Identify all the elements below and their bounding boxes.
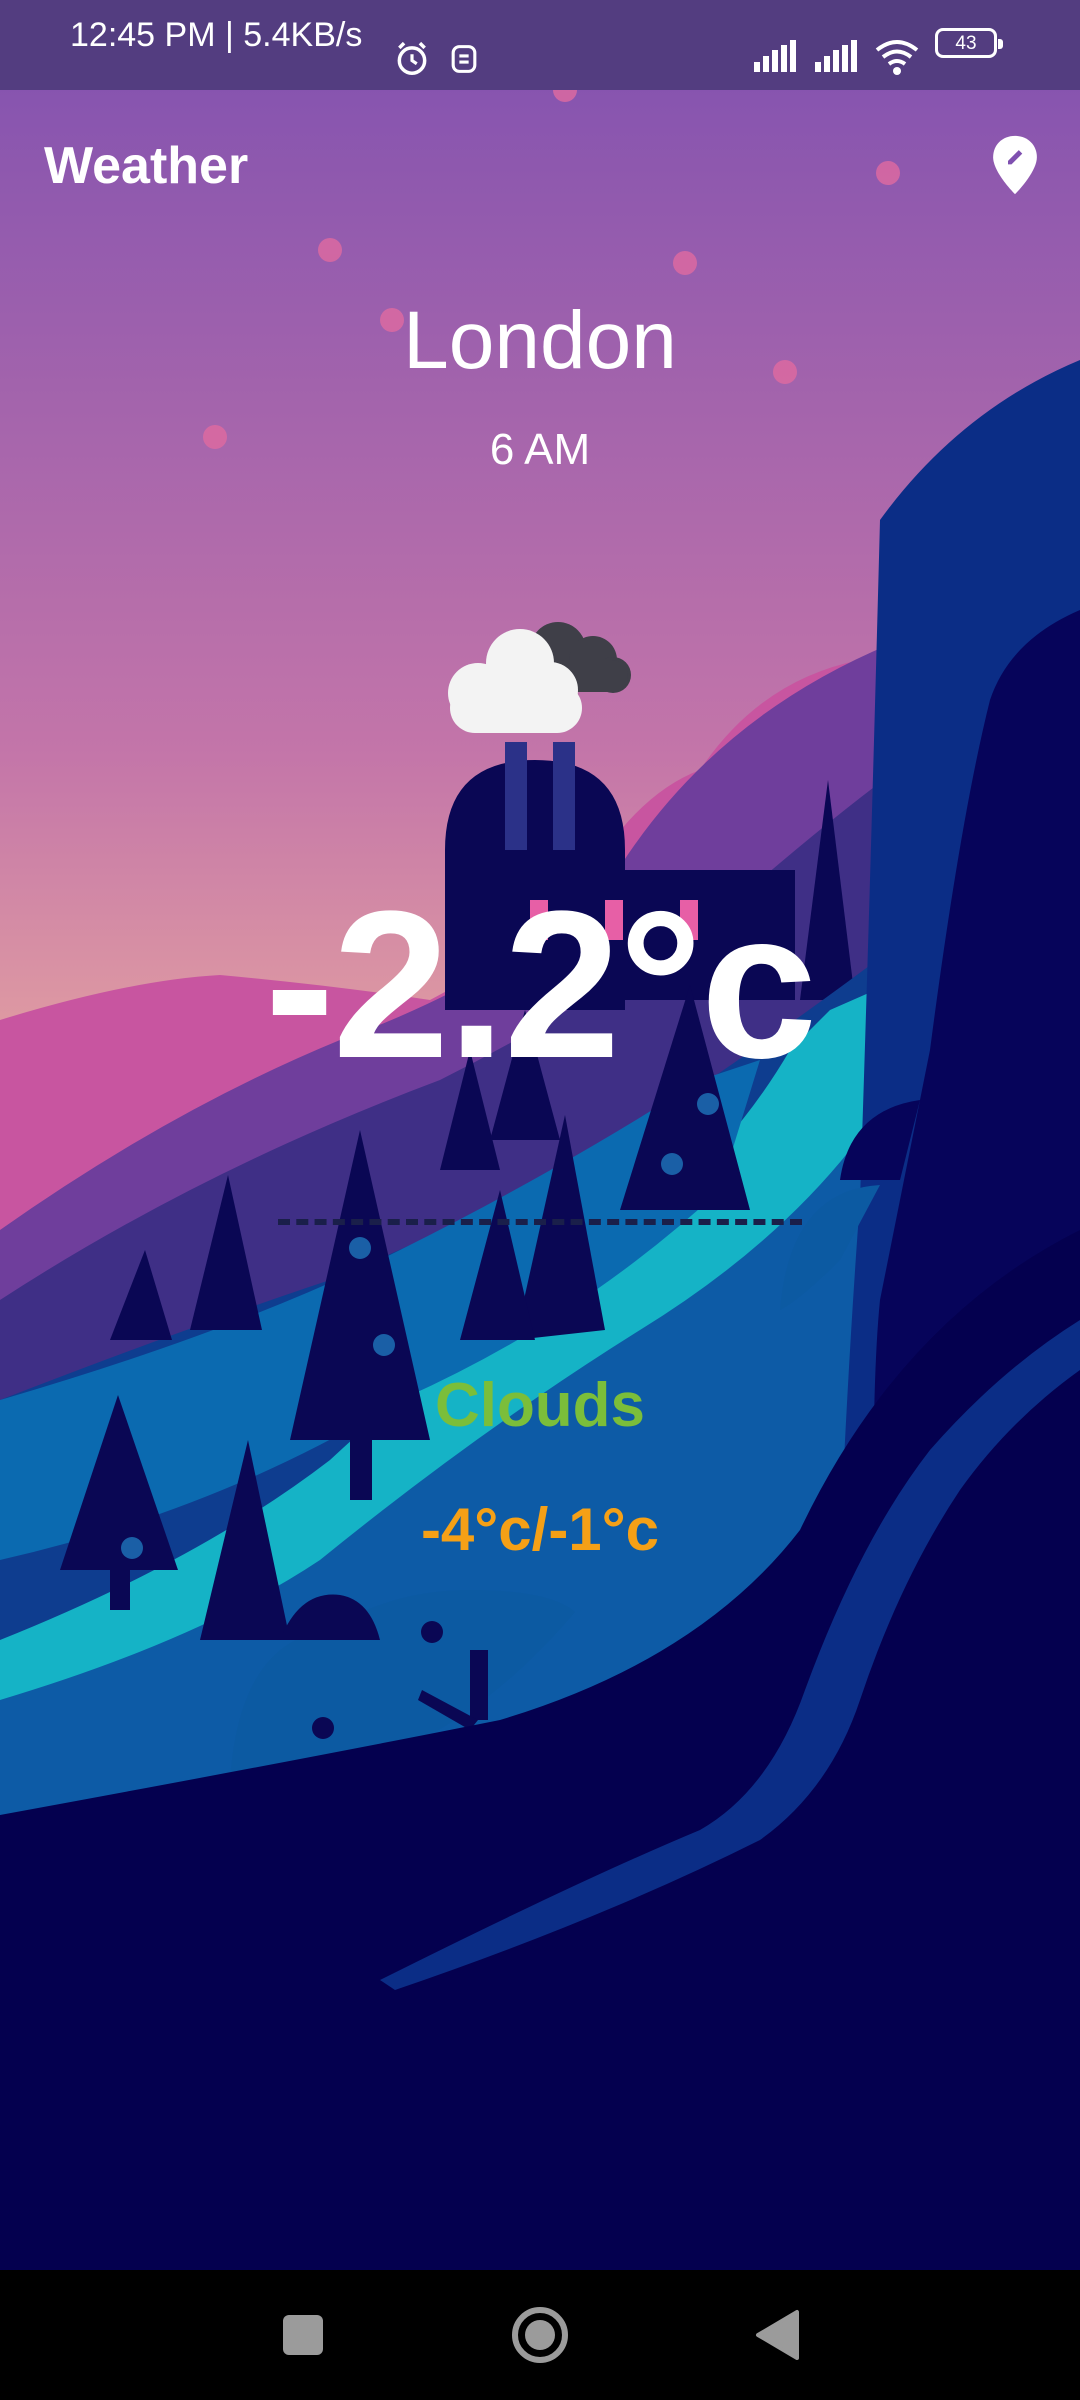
forecast-time: 6 AM [489,425,591,474]
map-pin-edit-icon [993,135,1037,195]
cloud-icon [448,622,631,733]
weather-app: 12:45 PM | 5.4KB/s 43 Weather London 6 A… [0,0,1080,2400]
wifi-icon [875,40,919,75]
status-bar: 12:45 PM | 5.4KB/s 43 [0,0,1080,90]
divider [278,1219,802,1225]
weather-condition: Clouds [434,1371,646,1440]
navigation-bar [0,2270,1080,2400]
back-button[interactable] [742,2300,812,2370]
recents-button[interactable] [268,2300,338,2370]
home-button[interactable] [505,2300,575,2370]
signal-icon [754,40,796,72]
battery-icon: 43 [935,28,1003,58]
current-temperature: -2.2°c [264,867,818,1102]
status-time: 12:45 PM | 5.4KB/s [70,16,363,54]
location-button[interactable] [980,130,1050,200]
app-title: Weather [44,137,249,195]
temperature-range: -4°c/-1°c [420,1496,660,1563]
app-notification-icon [451,45,477,73]
app-bar: Weather [0,90,1080,250]
alarm-icon [397,41,427,75]
battery-level: 43 [955,32,977,54]
signal-icon [815,40,857,72]
city-name: London [403,295,677,386]
